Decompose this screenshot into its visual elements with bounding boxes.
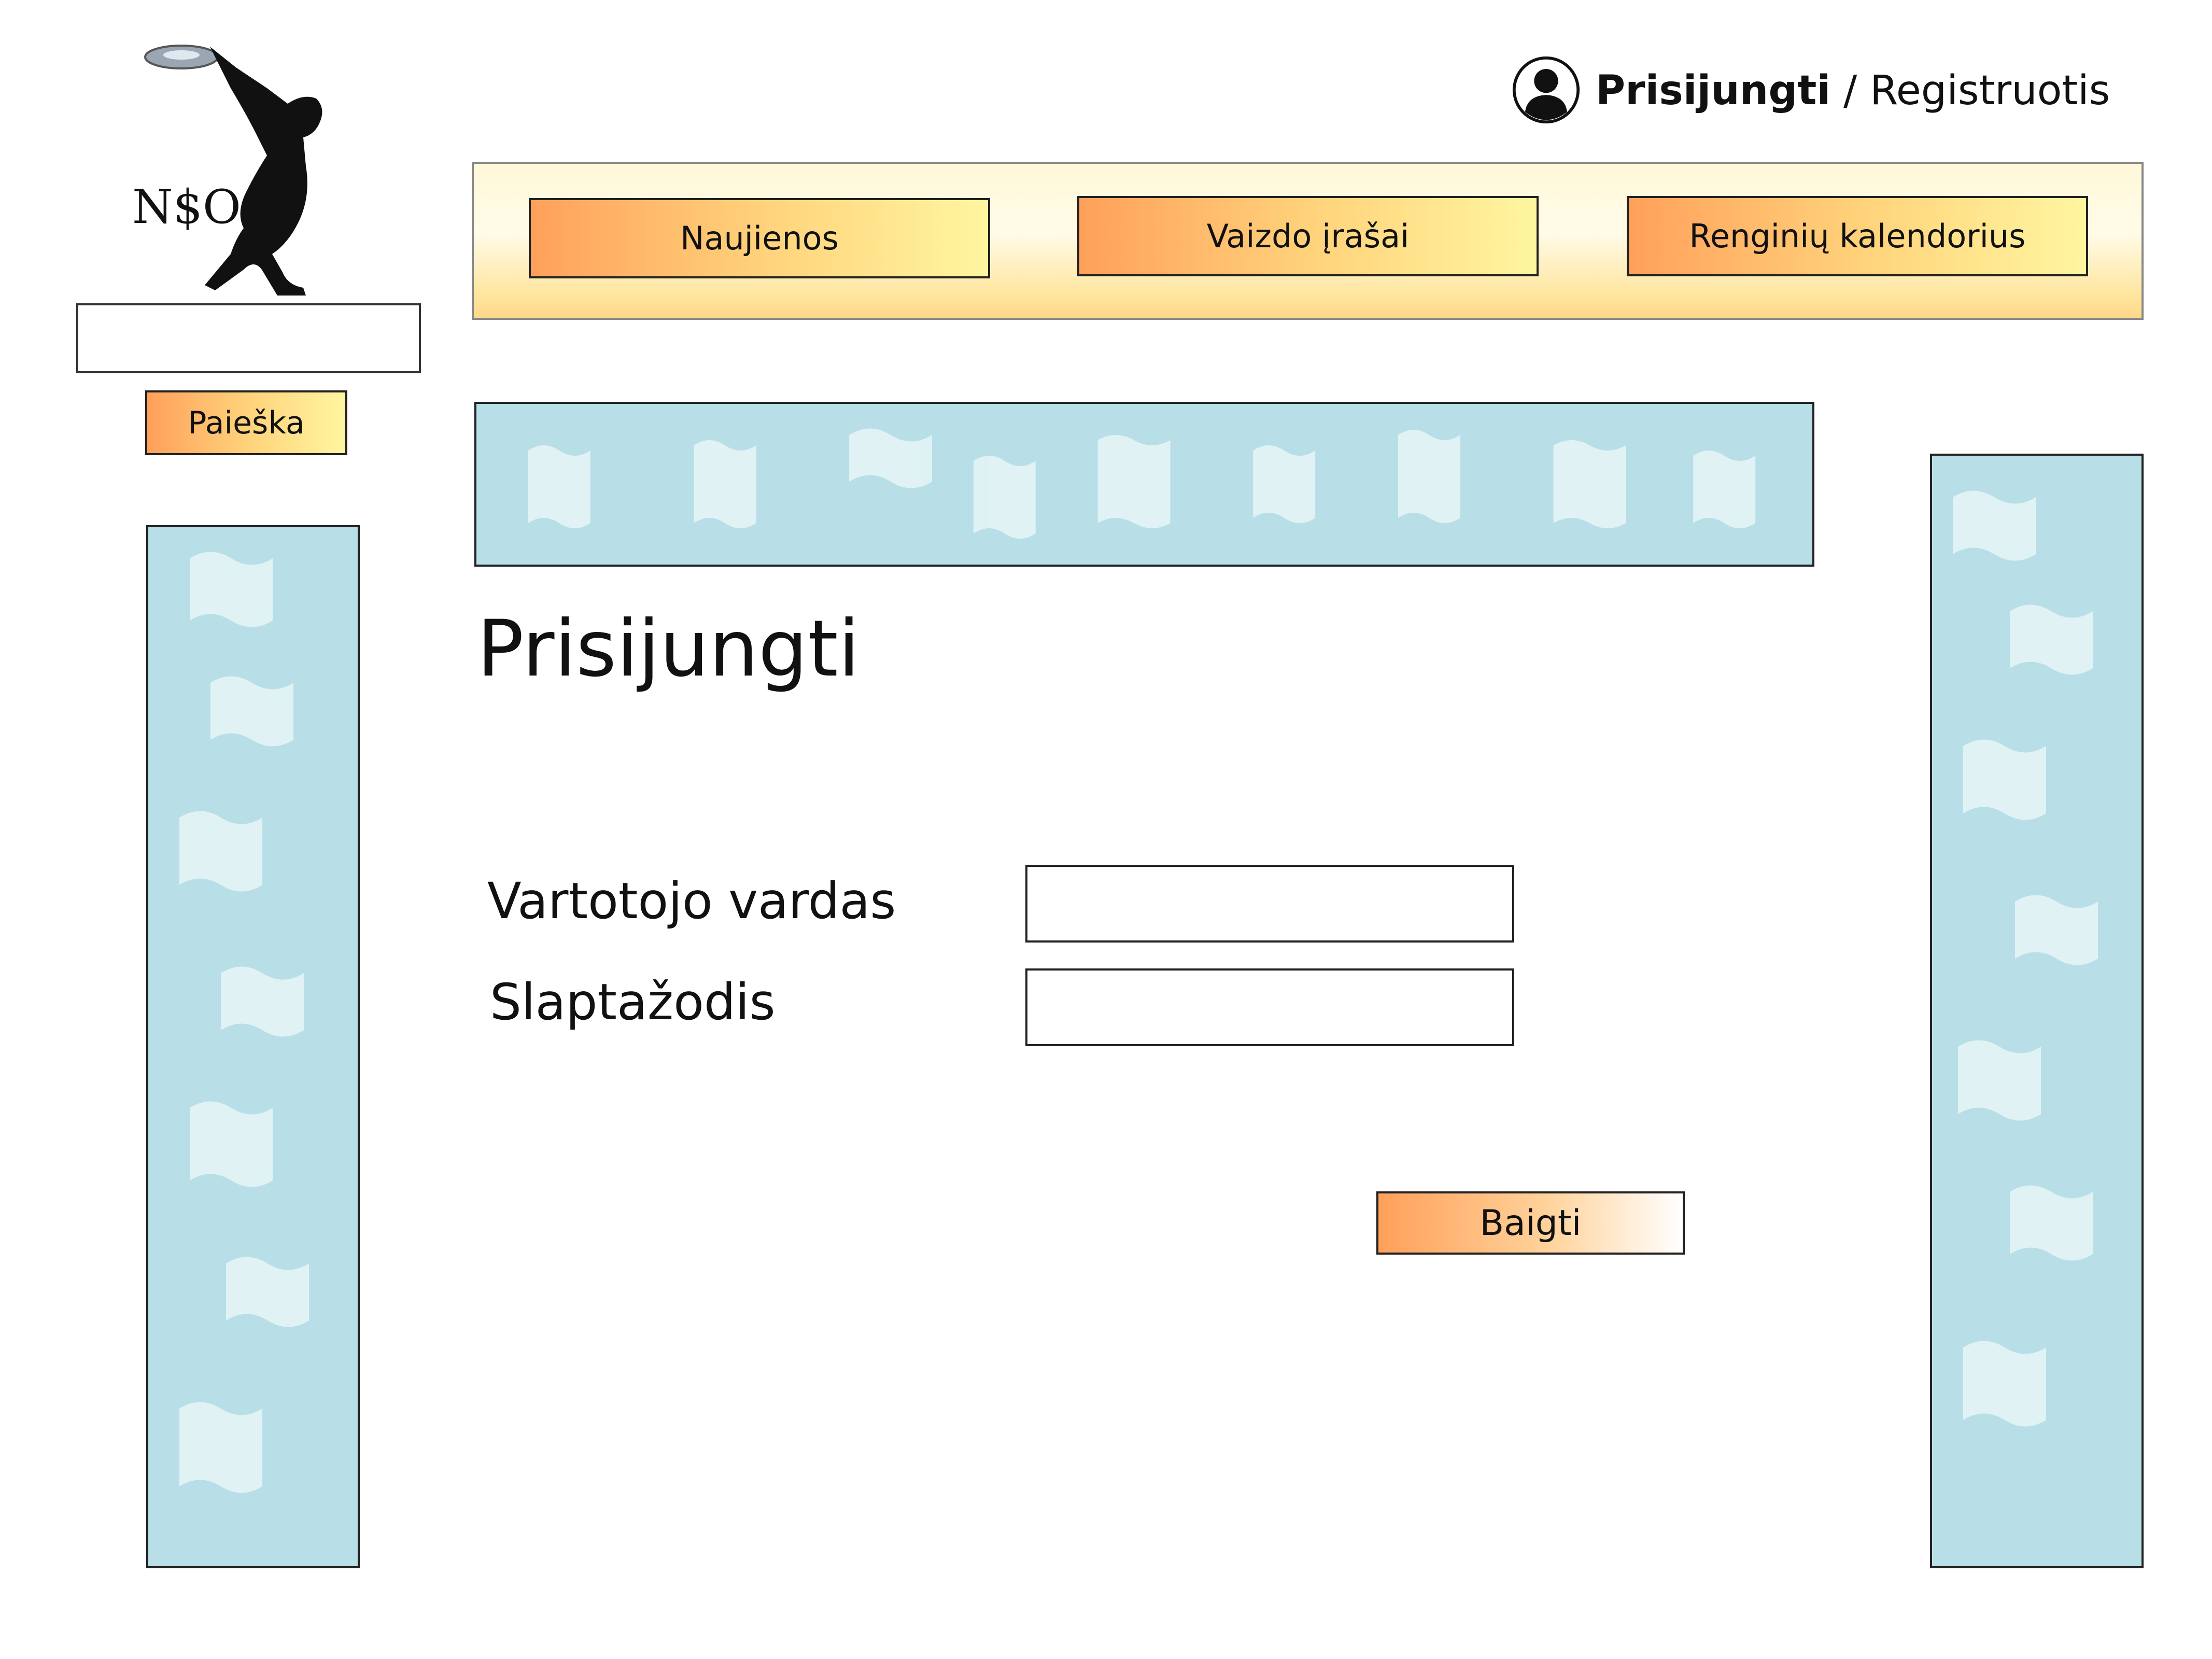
nav-item-naujienos[interactable]: Naujienos (529, 198, 990, 278)
username-field[interactable] (1025, 865, 1514, 943)
submit-button[interactable]: Baigti (1376, 1191, 1685, 1255)
banner-image-placeholder (474, 402, 1814, 567)
search-input[interactable] (76, 303, 421, 373)
page-title: Prisijungti (477, 604, 860, 694)
password-field[interactable] (1025, 968, 1514, 1046)
logo-text: N$O (132, 180, 241, 234)
password-label: Slaptažodis (490, 973, 776, 1031)
login-link[interactable]: Prisijungti (1596, 67, 1830, 114)
nav-item-renginiu-kalendorius[interactable]: Renginių kalendorius (1627, 196, 2088, 276)
nav-item-vaizdo-irasai[interactable]: Vaizdo įrašai (1077, 196, 1539, 276)
header-separator: / (1830, 67, 1870, 114)
user-icon[interactable] (1511, 55, 1581, 127)
username-label: Vartotojo vardas (487, 872, 896, 930)
search-button[interactable]: Paieška (145, 390, 347, 455)
user-area: Prisijungti / Registruotis (1511, 52, 2110, 130)
right-ad-placeholder (1930, 454, 2144, 1568)
register-link[interactable]: Registruotis (1870, 67, 2110, 114)
site-logo[interactable]: N$O (132, 26, 360, 296)
left-ad-placeholder (146, 525, 360, 1568)
